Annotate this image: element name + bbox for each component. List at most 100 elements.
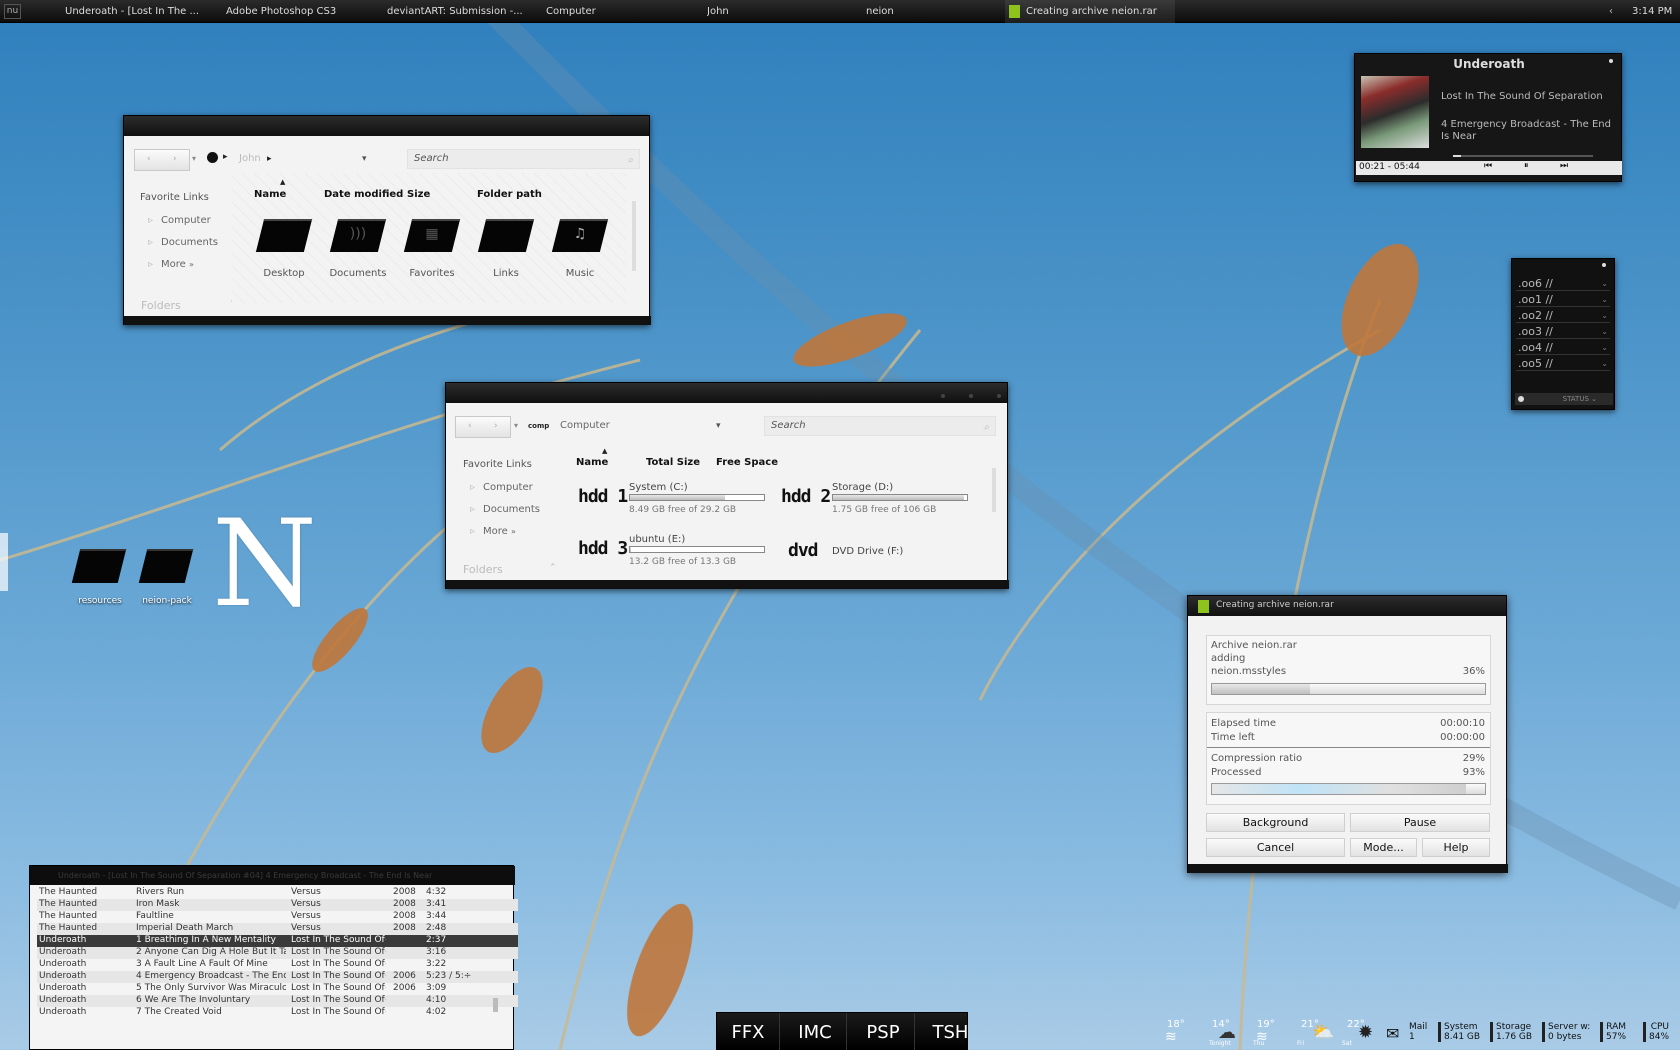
dock-psp-button[interactable]: PSP (852, 1013, 915, 1050)
address-bar[interactable]: John ▸ (239, 149, 359, 169)
folder-icon[interactable] (255, 219, 313, 253)
history-dropdown-icon[interactable]: ▾ (192, 154, 196, 163)
background-button[interactable]: Background (1206, 813, 1345, 832)
playlist-row[interactable]: Underoath 3 A Fault Line A Fault Of Mine L… (37, 959, 518, 971)
item-label-desktop[interactable]: Desktop (249, 268, 319, 279)
taskbar-item-winrar[interactable]: Creating archive neion.rar (1005, 0, 1175, 23)
desktop-folder-icon[interactable] (70, 545, 127, 585)
back-arrow-icon[interactable]: ‹ (147, 154, 151, 164)
panel-item[interactable]: .oo3 // ⌄ (1516, 325, 1610, 339)
item-label-documents[interactable]: Documents (323, 268, 393, 279)
folder-icon[interactable] (477, 219, 535, 253)
folders-pane-header[interactable]: Folders (141, 299, 181, 312)
playlist-row[interactable]: Underoath 7 The Created Void Lost In The S… (37, 1007, 518, 1019)
storage-stat[interactable]: Storage 1.76 GB (1490, 1022, 1532, 1042)
chevron-up-icon[interactable]: ⌃ (549, 563, 557, 573)
taskbar-item-computer[interactable]: Computer (546, 0, 646, 23)
playlist-row[interactable]: The Haunted Imperial Death March Versus 200… (37, 923, 518, 935)
close-button[interactable] (997, 394, 1001, 398)
playlist-row[interactable]: Underoath 4 Emergency Broadcast - The End… (37, 971, 518, 983)
dock-ffx-button[interactable]: FFX (717, 1013, 780, 1050)
address-dropdown-icon[interactable]: ▾ (362, 154, 367, 164)
playlist-row[interactable]: Underoath 5 The Only Survivor Was Miracul… (37, 983, 518, 995)
desktop-icon-label-resources[interactable]: resources (65, 596, 135, 606)
address-dropdown-icon[interactable]: ▾ (716, 421, 721, 431)
desktop-folder-icon[interactable] (137, 545, 194, 585)
folders-pane-header[interactable]: Folders (463, 563, 503, 576)
back-forward-buttons[interactable]: ‹ › (134, 149, 190, 171)
taskbar-item-john[interactable]: John (707, 0, 787, 23)
window-controls[interactable] (917, 390, 1001, 401)
folder-wifi-icon[interactable]: ))) (329, 219, 387, 253)
playlist-row[interactable]: The Haunted Faultline Versus 2008 3:44 (37, 911, 518, 923)
panel-item[interactable]: .oo4 // ⌄ (1516, 341, 1610, 355)
hdd-3-icon[interactable]: hdd 3 (578, 538, 628, 559)
search-icon[interactable]: ⌕ (983, 419, 989, 437)
drive-name-e[interactable]: ubuntu (E:) (629, 534, 685, 545)
search-icon[interactable]: ⌕ (627, 152, 633, 170)
forward-arrow-icon[interactable]: › (173, 154, 177, 164)
dock-tsh-button[interactable]: TSH (919, 1013, 982, 1050)
history-dropdown-icon[interactable]: ▾ (514, 421, 518, 430)
column-total-size[interactable]: Total Size (646, 457, 700, 468)
dock-imc-button[interactable]: IMC (784, 1013, 847, 1050)
fav-link-documents[interactable]: Documents (470, 504, 540, 515)
help-button[interactable]: Help (1422, 838, 1490, 857)
column-size[interactable]: Size (407, 189, 430, 200)
search-input[interactable]: Search ⌕ (407, 149, 640, 169)
ram-stat[interactable]: RAM 57% (1600, 1022, 1626, 1042)
forward-arrow-icon[interactable]: › (494, 421, 498, 431)
column-folder-path[interactable]: Folder path (477, 189, 542, 200)
back-forward-buttons[interactable]: ‹ › (455, 416, 511, 438)
playlist-row[interactable]: The Haunted Iron Mask Versus 2008 3:41 (37, 899, 518, 911)
mode-button[interactable]: Mode... (1350, 838, 1417, 857)
fav-link-more[interactable]: More » (470, 526, 516, 537)
taskbar-item-neion[interactable]: neion (866, 0, 946, 23)
breadcrumb-arrow-icon[interactable]: ▸ (267, 149, 272, 169)
status-bar[interactable]: STATUS ⌄ (1515, 393, 1613, 405)
desktop-icon-label-neion-pack[interactable]: neion-pack (132, 596, 202, 606)
clock[interactable]: 3:14 PM (1632, 0, 1672, 23)
breadcrumb-arrow-icon[interactable]: ▸ (223, 152, 228, 162)
playlist-row[interactable]: Underoath 2 Anyone Can Dig A Hole But It … (37, 947, 518, 959)
start-button[interactable]: nu (4, 4, 21, 19)
minimize-button[interactable] (941, 394, 945, 398)
cpu-stat[interactable]: CPU 84% (1643, 1022, 1669, 1042)
back-arrow-icon[interactable]: ‹ (468, 421, 472, 431)
taskbar-item-photoshop[interactable]: Adobe Photoshop CS3 (226, 0, 356, 23)
search-input[interactable]: Search ⌕ (764, 416, 996, 436)
panel-menu-icon[interactable] (1602, 263, 1606, 267)
address-bar[interactable]: Computer (560, 416, 690, 436)
drive-name-d[interactable]: Storage (D:) (832, 482, 893, 493)
window-titlebar[interactable] (124, 116, 649, 136)
item-label-music[interactable]: Music (545, 268, 615, 279)
desktop-edge-handle[interactable] (0, 533, 8, 591)
panel-item[interactable]: .oo2 // ⌄ (1516, 309, 1610, 323)
fav-link-documents[interactable]: Documents (148, 237, 218, 248)
seek-bar[interactable] (1453, 155, 1593, 157)
fav-link-more[interactable]: More » (148, 259, 194, 270)
hdd-2-icon[interactable]: hdd 2 (781, 486, 831, 507)
panel-item[interactable]: .oo6 // ⌄ (1516, 277, 1610, 291)
fav-link-computer[interactable]: Computer (148, 215, 211, 226)
scrollbar[interactable] (992, 468, 996, 512)
drive-name-c[interactable]: System (C:) (629, 482, 688, 493)
panel-item[interactable]: .oo1 // ⌄ (1516, 293, 1610, 307)
scrollbar[interactable] (632, 201, 636, 271)
mail-stat[interactable]: Mail 1 (1406, 1022, 1427, 1042)
item-label-links[interactable]: Links (471, 268, 541, 279)
previous-icon[interactable]: ⏮ (1484, 161, 1492, 171)
playlist-row[interactable]: Underoath 1 Breathing In A New Mentality L… (37, 935, 518, 947)
dvd-icon[interactable]: dvd (788, 540, 818, 561)
hdd-1-icon[interactable]: hdd 1 (578, 486, 628, 507)
column-name[interactable]: Name (254, 189, 286, 200)
cancel-button[interactable]: Cancel (1206, 838, 1345, 857)
fav-link-computer[interactable]: Computer (470, 482, 533, 493)
playlist-row[interactable]: The Haunted Rivers Run Versus 2008 4:32 (37, 887, 518, 899)
system-stat[interactable]: System 8.41 GB (1438, 1022, 1480, 1042)
next-icon[interactable]: ⏭ (1560, 161, 1568, 171)
tray-expand-icon[interactable]: ‹ (1604, 0, 1618, 23)
taskbar-item-underoath[interactable]: Underoath - [Lost In The ... (65, 0, 200, 23)
panel-item[interactable]: .oo5 // ⌄ (1516, 357, 1610, 371)
item-label-favorites[interactable]: Favorites (397, 268, 467, 279)
